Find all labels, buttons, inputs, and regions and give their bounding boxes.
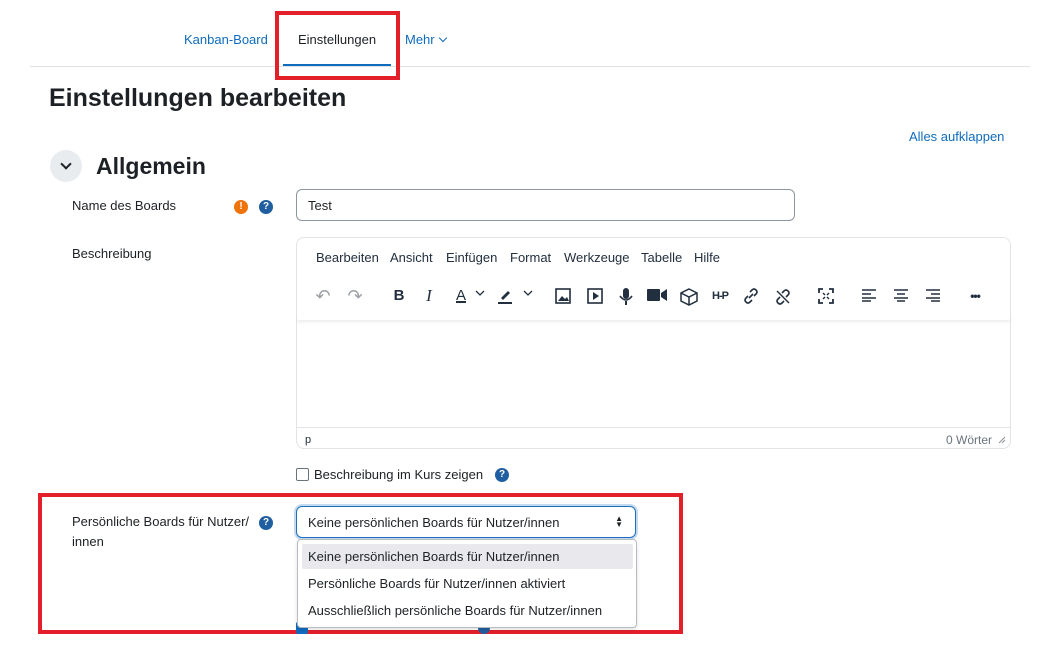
align-left-icon[interactable] — [857, 284, 881, 308]
chevron-down-icon[interactable] — [521, 284, 535, 308]
personal-boards-select[interactable]: Keine persönlichen Boards für Nutzer/inn… — [296, 506, 636, 538]
option-keine[interactable]: Keine persönlichen Boards für Nutzer/inn… — [302, 544, 633, 569]
help-icon[interactable]: ? — [259, 200, 273, 214]
tab-mehr[interactable]: Mehr — [405, 32, 447, 47]
personal-boards-label: Persönliche Boards für Nutzer/ — [72, 514, 250, 529]
description-label: Beschreibung — [72, 246, 152, 261]
undo-icon[interactable]: ↶ — [311, 284, 335, 308]
resize-handle-icon[interactable] — [998, 436, 1006, 444]
help-icon[interactable]: ? — [495, 468, 509, 482]
show-description-label: Beschreibung im Kurs zeigen — [314, 467, 484, 482]
menu-bearbeiten[interactable]: Bearbeiten — [316, 250, 379, 265]
secondary-navigation: Kanban-Board Einstellungen Mehr — [0, 0, 1054, 68]
font-color-icon[interactable]: A — [449, 284, 473, 308]
nav-divider — [30, 66, 1030, 67]
menu-ansicht[interactable]: Ansicht — [390, 250, 433, 265]
select-arrows-icon: ▲ ▼ — [615, 514, 623, 529]
link-icon[interactable] — [739, 284, 763, 308]
page-title: Einstellungen bearbeiten — [49, 84, 347, 112]
required-icon: ! — [234, 200, 248, 214]
menu-einfuegen[interactable]: Einfügen — [446, 250, 497, 265]
element-path[interactable]: p — [305, 434, 311, 446]
show-description-checkbox[interactable] — [296, 468, 309, 481]
menu-format[interactable]: Format — [510, 250, 551, 265]
personal-boards-label-cont: innen — [72, 534, 104, 549]
microphone-icon[interactable] — [614, 284, 638, 308]
help-icon[interactable]: ? — [259, 516, 273, 530]
content-bank-icon[interactable] — [677, 284, 701, 308]
name-label: Name des Boards — [72, 198, 177, 213]
statusbar-divider — [297, 427, 1010, 428]
section-collapse-button[interactable] — [50, 150, 82, 182]
menu-hilfe[interactable]: Hilfe — [694, 250, 720, 265]
highlight-color-icon[interactable] — [493, 284, 517, 308]
video-camera-icon[interactable] — [645, 284, 669, 308]
media-icon[interactable] — [583, 284, 607, 308]
section-title: Allgemein — [96, 153, 206, 179]
menu-tabelle[interactable]: Tabelle — [641, 250, 682, 265]
personal-boards-dropdown: Keine persönlichen Boards für Nutzer/inn… — [297, 539, 637, 628]
image-icon[interactable] — [551, 284, 575, 308]
align-right-icon[interactable] — [921, 284, 945, 308]
toolbar-separator — [297, 316, 1010, 320]
italic-icon[interactable]: I — [417, 284, 441, 308]
align-center-icon[interactable] — [889, 284, 913, 308]
tab-einstellungen[interactable]: Einstellungen — [298, 32, 376, 47]
option-ausschliesslich[interactable]: Ausschließlich persönliche Boards für Nu… — [302, 598, 633, 623]
redo-icon[interactable]: ↷ — [343, 284, 367, 308]
tab-kanban-board[interactable]: Kanban-Board — [184, 32, 268, 47]
chevron-down-icon — [438, 33, 447, 43]
h5p-icon[interactable]: H-P — [707, 284, 733, 308]
menu-werkzeuge[interactable]: Werkzeuge — [564, 250, 630, 265]
fullscreen-icon[interactable] — [814, 284, 838, 308]
bold-icon[interactable]: B — [387, 284, 411, 308]
tab-mehr-label: Mehr — [405, 32, 435, 47]
unlink-icon[interactable] — [771, 284, 795, 308]
more-icon[interactable]: ••• — [963, 284, 987, 308]
board-name-input[interactable] — [296, 189, 795, 221]
expand-all-link[interactable]: Alles aufklappen — [909, 129, 1004, 144]
word-count[interactable]: 0 Wörter — [946, 433, 992, 447]
chevron-down-icon — [60, 158, 72, 170]
option-aktiviert[interactable]: Persönliche Boards für Nutzer/innen akti… — [302, 571, 633, 596]
select-value: Keine persönlichen Boards für Nutzer/inn… — [308, 515, 560, 530]
chevron-down-icon[interactable] — [473, 284, 487, 308]
rich-text-editor: Bearbeiten Ansicht Einfügen Format Werkz… — [296, 237, 1011, 449]
